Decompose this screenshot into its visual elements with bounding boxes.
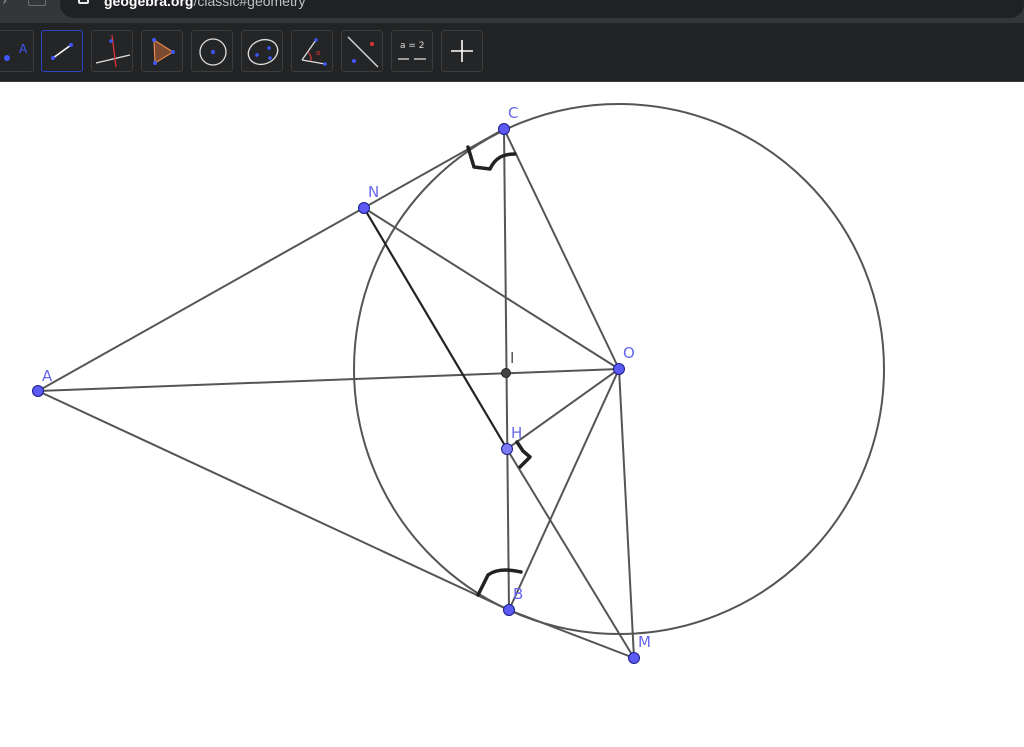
angle-tool-button[interactable]: α [291, 30, 333, 72]
segment-ac [37, 128, 505, 392]
angle-markers [466, 145, 532, 597]
angle-marker-c [466, 145, 517, 171]
svg-text:α: α [316, 49, 321, 57]
point-b [503, 604, 515, 616]
url-path: /classic#geometry [193, 0, 306, 9]
move-view-icon [451, 40, 473, 62]
svg-text:A: A [19, 42, 28, 56]
point-h [501, 443, 513, 455]
url-host: geogebra.org [104, 0, 194, 9]
segment-ao [37, 368, 620, 392]
graphics-view[interactable]: A N C O H B M I [0, 82, 1024, 747]
point-m [628, 652, 640, 664]
point-o [613, 363, 625, 375]
segment-icon [51, 43, 73, 60]
reflect-icon [347, 36, 379, 68]
circle-tool-button[interactable] [191, 30, 233, 72]
points[interactable] [32, 123, 640, 664]
forward-icon[interactable]: › [2, 0, 7, 9]
segment-hm [506, 448, 635, 659]
point-tool-button[interactable]: A [0, 30, 34, 72]
label-m: M [638, 633, 651, 651]
label-o: O [623, 344, 635, 362]
geometry-drawing[interactable]: A N C O H B M I [0, 82, 1024, 747]
point-a [32, 385, 44, 397]
label-n: N [368, 183, 379, 201]
point-c [498, 123, 510, 135]
segments[interactable] [37, 128, 635, 659]
segment-ab [37, 390, 510, 611]
circle-icon [199, 38, 227, 66]
label-i: I [510, 349, 514, 367]
reflect-tool-button[interactable] [341, 30, 383, 72]
conic-tool-button[interactable] [241, 30, 283, 72]
browser-bar: › geogebra.org/classic#geometry [0, 0, 1024, 23]
perpendicular-line-tool-button[interactable] [91, 30, 133, 72]
label-h: H [511, 424, 522, 442]
label-b: B [513, 585, 523, 603]
segment-tool-button[interactable] [41, 30, 83, 72]
ellipse-icon [247, 38, 279, 66]
point-n [358, 202, 370, 214]
polygon-tool-button[interactable] [141, 30, 183, 72]
segment-bo [508, 368, 620, 611]
point-labels: A N C O H B M [42, 104, 651, 651]
label-a: A [42, 367, 53, 385]
segment-om [618, 368, 635, 659]
point-tool-icon: A [4, 42, 28, 61]
svg-text:a = 2: a = 2 [400, 41, 425, 51]
segment-nh[interactable] [363, 207, 508, 450]
perpendicular-line-icon [95, 34, 131, 68]
segment-ho [506, 368, 620, 450]
angle-marker-h [515, 440, 532, 469]
slider-icon: a = 2 [398, 41, 426, 60]
label-c: C [508, 104, 518, 122]
angle-icon: α [301, 38, 327, 66]
tab-overview-icon[interactable] [28, 0, 46, 6]
point-i[interactable] [501, 368, 511, 378]
geogebra-toolbar: A α a = 2 [0, 23, 1024, 82]
polygon-icon [152, 38, 175, 65]
lock-icon [78, 0, 89, 4]
slider-tool-button[interactable]: a = 2 [391, 30, 433, 72]
url-text[interactable]: geogebra.org/classic#geometry [104, 0, 306, 9]
move-view-tool-button[interactable] [441, 30, 483, 72]
